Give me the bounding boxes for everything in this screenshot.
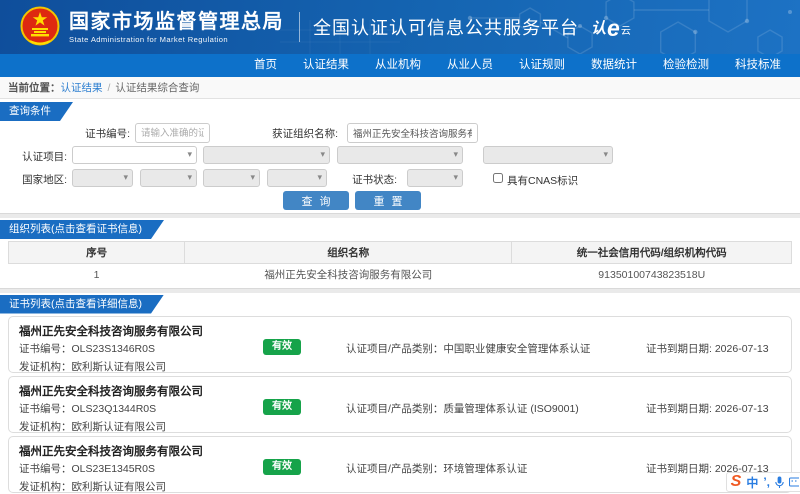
cert-project-select-3[interactable]: ▾ (337, 146, 463, 164)
certificate-list-section: 证书列表(点击查看详细信息) 福州正先安全科技咨询服务有限公司 证书编号：OLS… (0, 293, 800, 493)
cell-org-name: 福州正先安全科技咨询服务有限公司 (185, 264, 512, 286)
agency-name-en: State Administration for Market Regulati… (69, 35, 284, 44)
chevron-down-icon: ▾ (187, 149, 192, 160)
cert-project-label: 认证项目: (8, 149, 67, 164)
card-cert-no: 证书编号：OLS23S1346R0S (19, 341, 155, 356)
column-header-credit-code: 统一社会信用代码/组织机构代码 (512, 242, 792, 264)
query-row-1: 证书编号: 获证组织名称: (0, 122, 800, 144)
header-divider (299, 12, 300, 42)
card-project: 认证项目/产品类别：环境管理体系认证 (346, 461, 527, 476)
nav-item-home[interactable]: 首页 (241, 54, 290, 77)
cert-project-select-1[interactable]: ▾ (72, 146, 197, 164)
cnas-checkbox[interactable] (493, 173, 503, 183)
status-badge: 有效 (263, 339, 301, 355)
region-select-1[interactable]: ▾ (72, 169, 133, 187)
status-badge: 有效 (263, 399, 301, 415)
card-org-name: 福州正先安全科技咨询服务有限公司 (19, 383, 203, 399)
query-row-2: 认证项目: ▾ ▾ ▾ ▾ (0, 146, 800, 166)
agency-title-block: 国家市场监督管理总局 State Administration for Mark… (69, 11, 284, 44)
card-project: 认证项目/产品类别：质量管理体系认证 (ISO9001) (346, 401, 579, 416)
section-title-query-conditions: 查询条件 (0, 102, 73, 121)
chevron-down-icon: ▾ (123, 172, 128, 183)
agency-name-cn: 国家市场监督管理总局 (69, 11, 284, 33)
page: 国家市场监督管理总局 State Administration for Mark… (0, 0, 800, 494)
sogou-logo-icon[interactable]: S (731, 474, 742, 490)
breadcrumb-separator: / (108, 82, 111, 94)
organization-table: 序号 组织名称 统一社会信用代码/组织机构代码 1 福州正先安全科技咨询服务有限… (8, 241, 792, 286)
card-cert-no: 证书编号：OLS23Q1344R0S (19, 401, 156, 416)
status-badge: 有效 (263, 459, 301, 475)
ren-e-yun-logo: 认 e 云 (591, 17, 631, 38)
cnas-label: 具有CNAS标识 (507, 173, 578, 188)
ime-microphone-icon[interactable] (775, 476, 784, 489)
site-header: 国家市场监督管理总局 State Administration for Mark… (0, 0, 800, 54)
query-buttons-row: 查询 重置 (0, 191, 800, 211)
reset-button[interactable]: 重置 (355, 191, 421, 210)
cert-no-label: 证书编号: (30, 126, 130, 141)
column-header-org-name: 组织名称 (185, 242, 512, 264)
card-cert-no: 证书编号：OLS23E1345R0S (19, 461, 155, 476)
organization-list-section: 组织列表(点击查看证书信息) 序号 组织名称 统一社会信用代码/组织机构代码 1… (0, 218, 800, 288)
breadcrumb: 当前位置： 认证结果 / 认证结果综合查询 (0, 77, 800, 99)
ime-keyboard-icon[interactable] (789, 476, 799, 488)
nav-item-cert-rules[interactable]: 认证规则 (506, 54, 578, 77)
region-select-2[interactable]: ▾ (140, 169, 197, 187)
certificate-card[interactable]: 福州正先安全科技咨询服务有限公司 证书编号：OLS23E1345R0S 有效 认… (8, 436, 792, 493)
nav-item-statistics[interactable]: 数据统计 (578, 54, 650, 77)
search-button[interactable]: 查询 (283, 191, 349, 210)
card-project: 认证项目/产品类别：中国职业健康安全管理体系认证 (346, 341, 590, 356)
table-row[interactable]: 1 福州正先安全科技咨询服务有限公司 91350100743823518U (9, 264, 792, 286)
national-emblem-icon (20, 5, 60, 49)
section-title-certificate-list: 证书列表(点击查看详细信息) (0, 295, 164, 314)
platform-title: 全国认证认可信息公共服务平台 (313, 14, 579, 40)
region-select-4[interactable]: ▾ (267, 169, 327, 187)
ime-lang-indicator[interactable]: 中 (746, 474, 758, 491)
ime-toolbar: S 中 ’, (726, 472, 800, 492)
card-expire-date: 证书到期日期: 2026-07-13 (646, 401, 769, 416)
cert-project-select-4[interactable]: ▾ (483, 146, 613, 164)
breadcrumb-current: 认证结果综合查询 (115, 80, 199, 95)
cell-index: 1 (9, 264, 185, 286)
cert-status-select[interactable]: ▾ (407, 169, 463, 187)
cert-no-input[interactable] (135, 123, 210, 143)
column-header-index: 序号 (9, 242, 185, 264)
card-issuer: 发证机构：欧利斯认证有限公司 (19, 479, 166, 494)
query-row-3: 国家地区: ▾ ▾ ▾ ▾ 证书状态: ▾ 具有CNAS标识 (0, 169, 800, 189)
nav-item-cert-results[interactable]: 认证结果 (290, 54, 362, 77)
nav-item-practitioners[interactable]: 从业人员 (434, 54, 506, 77)
query-conditions-section: 查询条件 证书编号: 获证组织名称: 认证项目: ▾ ▾ ▾ ▾ 国家地区: ▾… (0, 99, 800, 213)
card-org-name: 福州正先安全科技咨询服务有限公司 (19, 323, 203, 339)
card-issuer: 发证机构：欧利斯认证有限公司 (19, 419, 166, 434)
org-name-label: 获证组织名称: (238, 126, 338, 141)
certificate-card[interactable]: 福州正先安全科技咨询服务有限公司 证书编号：OLS23Q1344R0S 有效 认… (8, 376, 792, 433)
breadcrumb-prefix: 当前位置： (8, 80, 61, 95)
cert-project-select-2[interactable]: ▾ (203, 146, 330, 164)
card-expire-date: 证书到期日期: 2026-07-13 (646, 341, 769, 356)
breadcrumb-link-cert-results[interactable]: 认证结果 (61, 80, 103, 95)
org-name-input[interactable] (347, 123, 478, 143)
chevron-down-icon: ▾ (320, 149, 325, 160)
region-select-3[interactable]: ▾ (203, 169, 260, 187)
certificate-card[interactable]: 福州正先安全科技咨询服务有限公司 证书编号：OLS23S1346R0S 有效 认… (8, 316, 792, 373)
chevron-down-icon: ▾ (250, 172, 255, 183)
region-label: 国家地区: (8, 172, 67, 187)
ime-punctuation-icon[interactable]: ’, (763, 477, 770, 487)
main-nav: 首页 认证结果 从业机构 从业人员 认证规则 数据统计 检验检测 科技标准 (0, 54, 800, 77)
cell-credit-code: 91350100743823518U (512, 264, 792, 286)
chevron-down-icon: ▾ (603, 149, 608, 160)
table-header-row: 序号 组织名称 统一社会信用代码/组织机构代码 (9, 242, 792, 264)
section-title-organization-list: 组织列表(点击查看证书信息) (0, 220, 164, 239)
card-org-name: 福州正先安全科技咨询服务有限公司 (19, 443, 203, 459)
card-issuer: 发证机构：欧利斯认证有限公司 (19, 359, 166, 374)
nav-item-institutions[interactable]: 从业机构 (362, 54, 434, 77)
chevron-down-icon: ▾ (453, 172, 458, 183)
nav-item-tech-standards[interactable]: 科技标准 (722, 54, 794, 77)
chevron-down-icon: ▾ (187, 172, 192, 183)
nav-item-inspection[interactable]: 检验检测 (650, 54, 722, 77)
chevron-down-icon: ▾ (453, 149, 458, 160)
cert-status-label: 证书状态: (320, 172, 397, 187)
